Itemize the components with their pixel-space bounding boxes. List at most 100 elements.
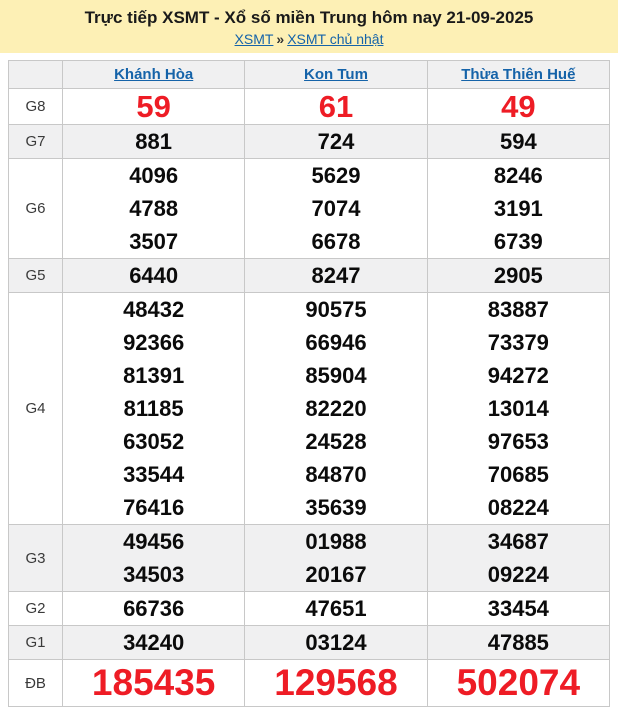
table-row-g6: G6 4096 4788 3507 5629 7074 6678 8246 3191 6739 (8, 158, 611, 259)
prize-number: 83887 (487, 297, 549, 322)
prize-label: ĐB (8, 659, 63, 707)
prize-number: 34687 (487, 529, 549, 554)
results-table: Khánh Hòa Kon Tum Thừa Thiên Huế G8 59 61 4… (8, 60, 611, 707)
prize-cell: 90575 66946 85904 82220 24528 84870 35639 (244, 292, 428, 525)
prize-number: 6739 (493, 229, 543, 254)
prize-cell: 2905 (426, 258, 611, 293)
prize-number: 66736 (123, 596, 185, 621)
prize-number: 20167 (305, 562, 367, 587)
prize-number: 81391 (123, 363, 185, 388)
table-row-g5: G5 6440 8247 2905 (8, 258, 611, 293)
prize-number: 3191 (493, 196, 543, 221)
prize-label: G2 (8, 591, 63, 626)
prize-number: 90575 (305, 297, 367, 322)
table-row-g7: G7 881 724 594 (8, 124, 611, 159)
prize-label: G6 (8, 158, 63, 259)
column-header-khanh-hoa: Khánh Hòa (61, 60, 246, 89)
prize-cell: 03124 (244, 625, 428, 660)
prize-number: 2905 (493, 263, 543, 288)
prize-number: 35639 (305, 495, 367, 520)
prize-number: 6678 (311, 229, 361, 254)
prize-cell: 129568 (244, 659, 428, 707)
corner-cell (8, 60, 63, 89)
prize-cell: 881 (61, 124, 246, 159)
prize-number: 5629 (311, 163, 361, 188)
table-row-g1: G1 34240 03124 47885 (8, 625, 611, 660)
prize-number: 47651 (305, 596, 367, 621)
prize-cell: 34240 (61, 625, 246, 660)
prize-number: 6440 (129, 263, 179, 288)
prize-cell: 185435 (61, 659, 246, 707)
results-table-body: G8 59 61 49 G7 881 724 594 G6 4096 4788 3507 5629 707… (8, 88, 611, 707)
prize-number: 08224 (487, 495, 549, 520)
prize-cell: 48432 92366 81391 81185 63052 33544 76416 (61, 292, 246, 525)
prize-number: 34240 (123, 630, 185, 655)
table-row-g8: G8 59 61 49 (8, 88, 611, 125)
prize-number: 09224 (487, 562, 549, 587)
prize-cell: 6440 (61, 258, 246, 293)
breadcrumb: XSMT» XSMT chủ nhật (0, 29, 618, 49)
column-header-kon-tum: Kon Tum (244, 60, 428, 89)
prize-number: 502074 (456, 662, 581, 703)
prize-number: 70685 (487, 462, 549, 487)
prize-cell: 724 (244, 124, 428, 159)
prize-cell: 502074 (426, 659, 611, 707)
prize-label: G3 (8, 524, 63, 592)
prize-number: 97653 (487, 429, 549, 454)
page-header: Trực tiếp XSMT - Xổ số miền Trung hôm na… (0, 0, 618, 53)
prize-number: 63052 (123, 429, 185, 454)
prize-cell: 49 (426, 88, 611, 125)
page-title: Trực tiếp XSMT - Xổ số miền Trung hôm na… (84, 8, 534, 27)
prize-number: 85904 (305, 363, 367, 388)
prize-label: G1 (8, 625, 63, 660)
prize-number: 24528 (305, 429, 367, 454)
prize-number: 81185 (123, 396, 184, 421)
column-header-link-kon-tum[interactable]: Kon Tum (304, 66, 368, 83)
breadcrumb-link-xsmt-chu-nhat[interactable]: XSMT chủ nhật (287, 31, 383, 47)
prize-label: G4 (8, 292, 63, 525)
prize-cell: 594 (426, 124, 611, 159)
prize-number: 34503 (123, 562, 185, 587)
table-row-đb: ĐB 185435 129568 502074 (8, 659, 611, 707)
prize-cell: 33454 (426, 591, 611, 626)
prize-cell: 8247 (244, 258, 428, 293)
prize-number: 66946 (305, 330, 367, 355)
prize-number: 129568 (274, 662, 398, 703)
prize-cell: 66736 (61, 591, 246, 626)
prize-cell: 5629 7074 6678 (244, 158, 428, 259)
prize-number: 33544 (123, 462, 185, 487)
prize-cell: 61 (244, 88, 428, 125)
prize-number: 4788 (129, 196, 179, 221)
prize-cell: 4096 4788 3507 (61, 158, 246, 259)
prize-number: 49 (501, 89, 536, 124)
prize-label: G8 (8, 88, 63, 125)
prize-number: 8246 (493, 163, 543, 188)
breadcrumb-link-xsmt[interactable]: XSMT (235, 31, 274, 47)
prize-number: 84870 (305, 462, 367, 487)
column-header-thua-thien-hue: Thừa Thiên Huế (426, 60, 611, 89)
prize-number: 33454 (487, 596, 549, 621)
prize-number: 61 (318, 89, 354, 124)
prize-number: 82220 (305, 396, 367, 421)
prize-number: 76416 (123, 495, 185, 520)
prize-number: 185435 (91, 662, 216, 703)
prize-number: 73379 (487, 330, 549, 355)
prize-cell: 49456 34503 (61, 524, 246, 592)
prize-number: 59 (136, 89, 171, 124)
prize-number: 4096 (129, 163, 179, 188)
prize-cell: 47885 (426, 625, 611, 660)
prize-number: 594 (499, 129, 537, 154)
prize-number: 8247 (311, 263, 361, 288)
column-header-link-thua-thien-hue[interactable]: Thừa Thiên Huế (461, 66, 575, 83)
prize-label: G5 (8, 258, 63, 293)
column-header-link-khanh-hoa[interactable]: Khánh Hòa (114, 66, 193, 83)
prize-number: 49456 (123, 529, 185, 554)
breadcrumb-separator: » (276, 31, 285, 47)
prize-number: 724 (317, 129, 355, 154)
prize-cell: 01988 20167 (244, 524, 428, 592)
table-row-g3: G3 49456 34503 01988 20167 34687 09224 (8, 524, 611, 592)
prize-number: 47885 (487, 630, 549, 655)
prize-number: 13014 (487, 396, 549, 421)
prize-label: G7 (8, 124, 63, 159)
prize-cell: 83887 73379 94272 13014 97653 70685 08224 (426, 292, 611, 525)
